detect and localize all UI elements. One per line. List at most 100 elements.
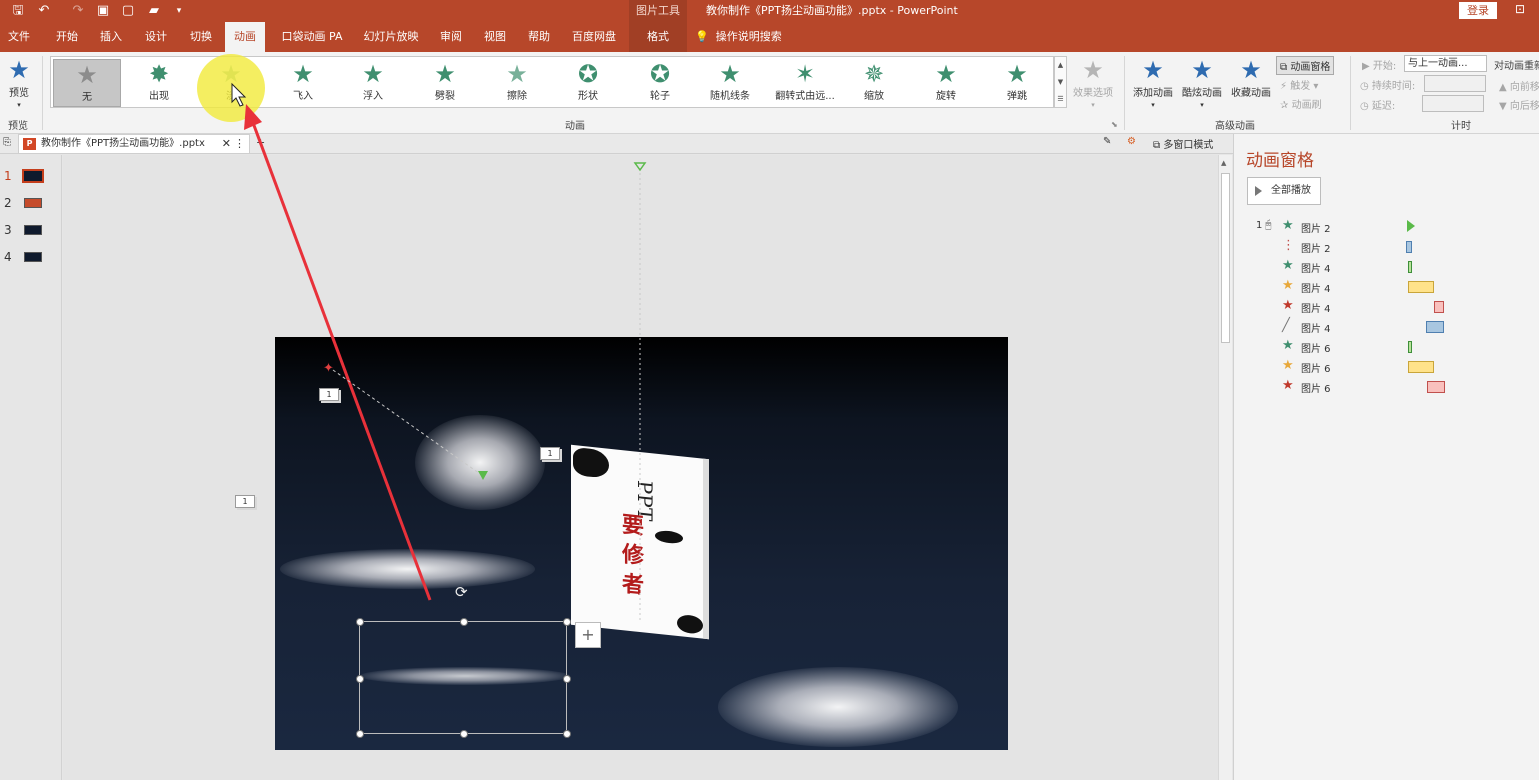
scroll-thumb[interactable]: [1221, 173, 1230, 343]
duration-input[interactable]: [1424, 75, 1486, 92]
tab-pocket-animation[interactable]: 口袋动画 PA: [274, 22, 350, 52]
book-cover-image[interactable]: PPT 要 修 者: [571, 444, 709, 640]
timeline-bar[interactable]: [1406, 241, 1412, 253]
timeline-bar[interactable]: [1408, 341, 1412, 353]
gallery-item-swivel[interactable]: ★ 旋转: [912, 59, 980, 107]
trigger-button[interactable]: ⚡ 触发 ▾: [1280, 77, 1318, 92]
close-tab-icon[interactable]: ✕: [222, 135, 231, 153]
animation-painter-button[interactable]: ✰ 动画刷: [1280, 96, 1322, 111]
resize-handle[interactable]: [460, 618, 468, 626]
gallery-item-wipe[interactable]: ★ 擦除: [483, 59, 551, 107]
animation-list-item[interactable]: 1 🖰 ★ 图片 2: [1234, 217, 1534, 237]
gallery-item-split[interactable]: ★ 劈裂: [411, 59, 479, 107]
tab-animations[interactable]: 动画: [225, 22, 265, 52]
tab-help[interactable]: 帮助: [520, 22, 558, 52]
timeline-bar[interactable]: [1408, 261, 1412, 273]
animation-list-item[interactable]: ★ 图片 6: [1234, 377, 1534, 397]
resize-handle[interactable]: [356, 730, 364, 738]
save-icon[interactable]: 🖫: [9, 2, 27, 20]
undo-icon[interactable]: ↶: [35, 2, 53, 20]
scroll-down-icon[interactable]: ▼: [1055, 74, 1066, 91]
slide-thumb-1[interactable]: 1: [4, 169, 44, 183]
animation-tag[interactable]: 1: [235, 495, 255, 508]
gallery-item-float-in[interactable]: ★ 浮入: [339, 59, 407, 107]
gallery-item-bounce[interactable]: ★ 弹跳: [983, 59, 1051, 107]
tab-transitions[interactable]: 切换: [182, 22, 220, 52]
move-later-button[interactable]: ▼ 向后移: [1499, 97, 1539, 112]
new-file-icon[interactable]: ▢: [119, 2, 137, 20]
tab-home[interactable]: 开始: [48, 22, 86, 52]
gallery-more-icon[interactable]: ☰: [1055, 91, 1066, 108]
open-folder-icon[interactable]: ▰: [145, 2, 163, 20]
move-earlier-button[interactable]: ▲ 向前移: [1499, 78, 1539, 93]
layout-options-button[interactable]: +: [575, 622, 601, 648]
animation-list-item[interactable]: ⋮ 图片 2: [1234, 237, 1534, 257]
settings-gear-icon[interactable]: ⚙: [1127, 136, 1136, 147]
timeline-bar[interactable]: [1407, 220, 1415, 232]
animation-list-item[interactable]: ★ 图片 6: [1234, 337, 1534, 357]
timeline-bar[interactable]: [1408, 361, 1434, 373]
effect-options-button[interactable]: ★ 效果选项 ▾: [1070, 56, 1116, 110]
tab-design[interactable]: 设计: [137, 22, 175, 52]
redo-icon[interactable]: ↷: [69, 2, 87, 20]
resize-handle[interactable]: [563, 730, 571, 738]
gallery-item-grow-turn[interactable]: ✶ 翻转式由远...: [768, 59, 842, 107]
slide-thumb-2[interactable]: 2: [4, 196, 42, 210]
tab-file[interactable]: 文件: [0, 22, 38, 52]
preview-button[interactable]: ★ 预览 ▾: [4, 56, 34, 110]
scroll-up-icon[interactable]: ▲: [1055, 57, 1066, 74]
gallery-item-appear[interactable]: ✸ 出现: [125, 59, 193, 107]
dust-bottom-image[interactable]: [718, 667, 958, 747]
tab-slideshow[interactable]: 幻灯片放映: [358, 22, 424, 52]
slide-thumb-4[interactable]: 4: [4, 250, 42, 264]
pin-icon[interactable]: ✎: [1103, 136, 1111, 147]
cool-animation-button[interactable]: ★ 酷炫动画 ▾: [1179, 56, 1225, 110]
selected-picture[interactable]: [356, 618, 571, 738]
timeline-bar[interactable]: [1408, 281, 1434, 293]
multi-window-button[interactable]: ⧉ 多窗口模式: [1153, 136, 1213, 151]
tab-list-icon[interactable]: ⎘: [3, 137, 11, 148]
login-button[interactable]: 登录: [1459, 2, 1497, 19]
resize-handle[interactable]: [563, 675, 571, 683]
dust-cloud-image[interactable]: [415, 415, 545, 510]
gallery-item-fade[interactable]: ★ 淡: [197, 59, 265, 107]
tell-me-search[interactable]: 💡 操作说明搜索: [695, 22, 782, 52]
resize-handle[interactable]: [356, 675, 364, 683]
gallery-item-wheel[interactable]: ✪ 轮子: [626, 59, 694, 107]
animation-tag[interactable]: 1: [319, 388, 339, 401]
animation-list-item[interactable]: ╱ 图片 4: [1234, 317, 1534, 337]
animation-tag[interactable]: 1: [540, 447, 560, 460]
editor-scrollbar[interactable]: ▲: [1218, 155, 1232, 780]
scroll-up-icon[interactable]: ▲: [1221, 159, 1226, 167]
dust-streak-image[interactable]: [280, 549, 535, 589]
new-tab-icon[interactable]: +: [256, 136, 265, 149]
tab-menu-icon[interactable]: ⋮: [234, 135, 245, 153]
slide-thumb-3[interactable]: 3: [4, 223, 42, 237]
add-animation-button[interactable]: ★ 添加动画 ▾: [1130, 56, 1176, 110]
resize-handle[interactable]: [563, 618, 571, 626]
gallery-item-random-bars[interactable]: ★ 随机线条: [696, 59, 764, 107]
gallery-item-shape[interactable]: ✪ 形状: [554, 59, 622, 107]
start-select[interactable]: 与上一动画...: [1404, 55, 1487, 72]
resize-handle[interactable]: [356, 618, 364, 626]
present-icon[interactable]: ▣: [94, 2, 112, 20]
gallery-item-none[interactable]: ★ 无: [53, 59, 121, 107]
delay-input[interactable]: [1422, 95, 1484, 112]
tab-view[interactable]: 视图: [476, 22, 514, 52]
resize-handle[interactable]: [460, 730, 468, 738]
gallery-item-zoom[interactable]: ✵ 缩放: [840, 59, 908, 107]
dialog-launcher-icon[interactable]: ⬊: [1111, 120, 1118, 129]
gallery-item-fly-in[interactable]: ★ 飞入: [269, 59, 337, 107]
tab-insert[interactable]: 插入: [92, 22, 130, 52]
tab-review[interactable]: 审阅: [432, 22, 470, 52]
animation-pane-button[interactable]: ⧉ 动画窗格: [1276, 56, 1335, 75]
ribbon-display-icon[interactable]: ⊡: [1515, 2, 1525, 16]
play-all-button[interactable]: 全部播放: [1247, 177, 1321, 205]
animation-list-item[interactable]: ★ 图片 6: [1234, 357, 1534, 377]
animation-list-item[interactable]: ★ 图片 4: [1234, 277, 1534, 297]
animation-list-item[interactable]: ★ 图片 4: [1234, 297, 1534, 317]
collect-animation-button[interactable]: ★ 收藏动画: [1228, 56, 1274, 99]
gallery-scroll[interactable]: ▲ ▼ ☰: [1054, 56, 1067, 108]
tab-format[interactable]: 格式: [629, 22, 687, 52]
document-tab[interactable]: P 教你制作《PPT扬尘动画功能》.pptx ✕ ⋮: [18, 134, 250, 154]
